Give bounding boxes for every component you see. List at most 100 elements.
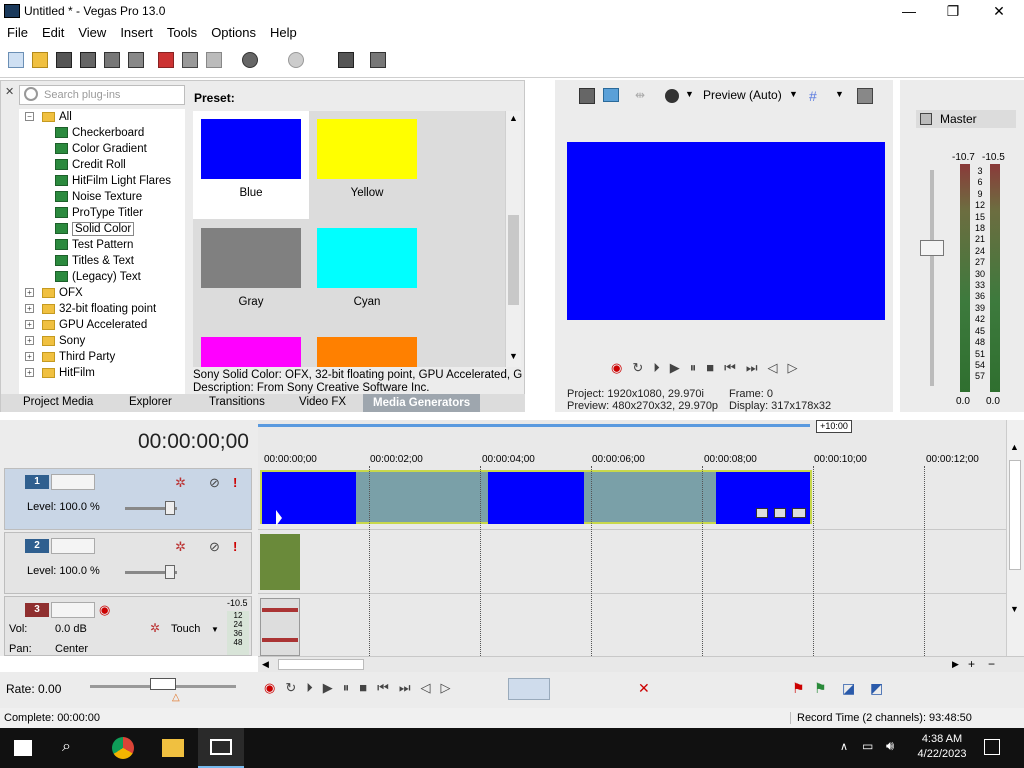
go-to-start-icon[interactable]: ⏮: [724, 360, 736, 378]
level-slider-handle[interactable]: [165, 501, 175, 515]
track-header-1[interactable]: 1 Level: 100.0 % ✲ ⊘ !: [4, 468, 252, 530]
scroll-down-icon[interactable]: ▼: [509, 351, 518, 361]
track-fx-icon[interactable]: ✲: [175, 539, 186, 555]
delete-icon[interactable]: ✕: [638, 680, 650, 697]
tree-item[interactable]: + HitFilm: [25, 365, 95, 381]
menu-file[interactable]: File: [0, 25, 35, 40]
vegas-taskbar-button[interactable]: [198, 728, 244, 768]
tree-item[interactable]: − All: [25, 109, 72, 125]
preset-orange[interactable]: [309, 329, 425, 367]
automation-mode[interactable]: Touch: [171, 623, 200, 635]
tree-item[interactable]: +32-bit floating point: [25, 301, 156, 317]
play-from-start-icon[interactable]: ⏵: [653, 360, 660, 378]
region-icon[interactable]: ⚑: [814, 680, 827, 697]
loop-region[interactable]: [258, 424, 810, 427]
collapse-icon[interactable]: −: [25, 112, 34, 122]
expand-icon[interactable]: +: [25, 336, 34, 346]
track-header-2[interactable]: 2 Level: 100.0 % ✲ ⊘ !: [4, 532, 252, 594]
pause-icon[interactable]: ⏸: [343, 680, 350, 696]
lane-track-2[interactable]: [258, 530, 1006, 594]
mute-icon[interactable]: ⊘: [209, 539, 220, 555]
tab-explorer[interactable]: Explorer: [129, 396, 172, 408]
preview-properties-icon[interactable]: [579, 88, 595, 104]
track-fx-icon[interactable]: ✲: [175, 475, 186, 491]
scroll-thumb[interactable]: [508, 215, 519, 305]
copy-snapshot-icon[interactable]: [857, 88, 873, 104]
scroll-right-icon[interactable]: ▶: [952, 659, 959, 670]
preset-gray[interactable]: Gray: [193, 220, 309, 328]
paste-icon[interactable]: [206, 52, 222, 68]
search-icon[interactable]: ⌕: [62, 738, 71, 756]
timeline-horizontal-scrollbar[interactable]: ◀ ▶ + −: [258, 656, 1024, 672]
prev-frame-icon[interactable]: ◁: [768, 360, 778, 378]
expand-icon[interactable]: +: [25, 352, 34, 362]
loop-icon[interactable]: ↻: [285, 680, 296, 696]
scroll-thumb[interactable]: [1009, 460, 1021, 570]
event-fx-icon[interactable]: [756, 508, 768, 518]
auto-ripple-icon[interactable]: [370, 52, 386, 68]
render-icon[interactable]: [104, 52, 120, 68]
tree-item[interactable]: Credit Roll: [55, 157, 126, 173]
track-name-field[interactable]: [51, 474, 95, 490]
save-icon[interactable]: [56, 52, 72, 68]
go-to-start-icon[interactable]: ⏮: [377, 680, 389, 696]
go-to-end-icon[interactable]: ⏭: [399, 680, 411, 696]
record-icon[interactable]: ◉: [264, 680, 275, 696]
menu-help[interactable]: Help: [263, 25, 304, 40]
preview-quality-dropdown[interactable]: Preview (Auto): [703, 88, 782, 102]
chevron-down-icon[interactable]: ▼: [685, 89, 694, 99]
tab-transitions[interactable]: Transitions: [209, 396, 265, 408]
zoom-in-icon[interactable]: +: [968, 657, 975, 671]
track-name-field[interactable]: [51, 538, 95, 554]
tab-media-generators[interactable]: Media Generators: [363, 394, 481, 412]
undo-icon[interactable]: [242, 52, 258, 68]
zoom-out-icon[interactable]: −: [988, 657, 995, 671]
menu-view[interactable]: View: [71, 25, 113, 40]
notifications-icon[interactable]: [984, 739, 1000, 755]
play-icon[interactable]: ▶: [670, 360, 680, 378]
overlays-icon[interactable]: #: [809, 88, 817, 104]
tree-item[interactable]: Color Gradient: [55, 141, 147, 157]
windows-start-icon[interactable]: [14, 740, 32, 756]
go-to-end-icon[interactable]: ⏭: [746, 360, 758, 378]
snap-icon[interactable]: ◩: [870, 680, 883, 697]
preset-cyan[interactable]: Cyan: [309, 220, 425, 328]
generated-media-icon[interactable]: [792, 508, 806, 518]
close-button[interactable]: ✕: [976, 0, 1022, 22]
save-as-icon[interactable]: [80, 52, 96, 68]
chrome-icon[interactable]: [112, 737, 134, 759]
solo-icon[interactable]: !: [233, 539, 237, 554]
search-input[interactable]: Search plug-ins: [19, 85, 185, 105]
preset-yellow[interactable]: Yellow: [309, 111, 425, 219]
system-clock[interactable]: 4:38 AM 4/22/2023: [914, 732, 970, 762]
automation-icon[interactable]: ✲: [150, 621, 160, 635]
minimize-button[interactable]: —: [886, 0, 932, 22]
scroll-left-icon[interactable]: ◀: [262, 659, 269, 670]
master-fader-handle[interactable]: [920, 240, 944, 256]
scroll-thumb[interactable]: [278, 659, 364, 670]
tree-item[interactable]: Checkerboard: [55, 125, 144, 141]
scroll-up-icon[interactable]: ▲: [509, 113, 518, 123]
tray-chevron-up-icon[interactable]: ∧: [840, 740, 848, 753]
menu-insert[interactable]: Insert: [113, 25, 160, 40]
track-name-field[interactable]: [51, 602, 95, 618]
preset-blue[interactable]: Blue: [193, 111, 309, 219]
tree-item[interactable]: + GPU Accelerated: [25, 317, 147, 333]
track-header-3[interactable]: 3 ◉ Vol: 0.0 dB Pan: Center ✲ Touch ▼ -1…: [4, 596, 252, 656]
cut-icon[interactable]: [158, 52, 174, 68]
auto-crossfade-icon[interactable]: ◪: [842, 680, 855, 697]
tree-item[interactable]: + OFX: [25, 285, 83, 301]
solo-icon[interactable]: !: [233, 475, 237, 490]
loop-icon[interactable]: ↻: [632, 360, 643, 378]
mute-icon[interactable]: ⊘: [209, 475, 220, 491]
next-frame-icon[interactable]: ▷: [788, 360, 798, 378]
lane-track-1[interactable]: [258, 466, 1006, 530]
tree-item[interactable]: + Third Party: [25, 349, 115, 365]
tab-video-fx[interactable]: Video FX: [299, 396, 346, 408]
prev-frame-icon[interactable]: ◁: [421, 680, 431, 696]
tree-item[interactable]: Test Pattern: [55, 237, 133, 253]
new-icon[interactable]: [8, 52, 24, 68]
menu-options[interactable]: Options: [204, 25, 263, 40]
level-slider-handle[interactable]: [165, 565, 175, 579]
timeline-vertical-scrollbar[interactable]: ▲ ▼: [1006, 420, 1024, 656]
